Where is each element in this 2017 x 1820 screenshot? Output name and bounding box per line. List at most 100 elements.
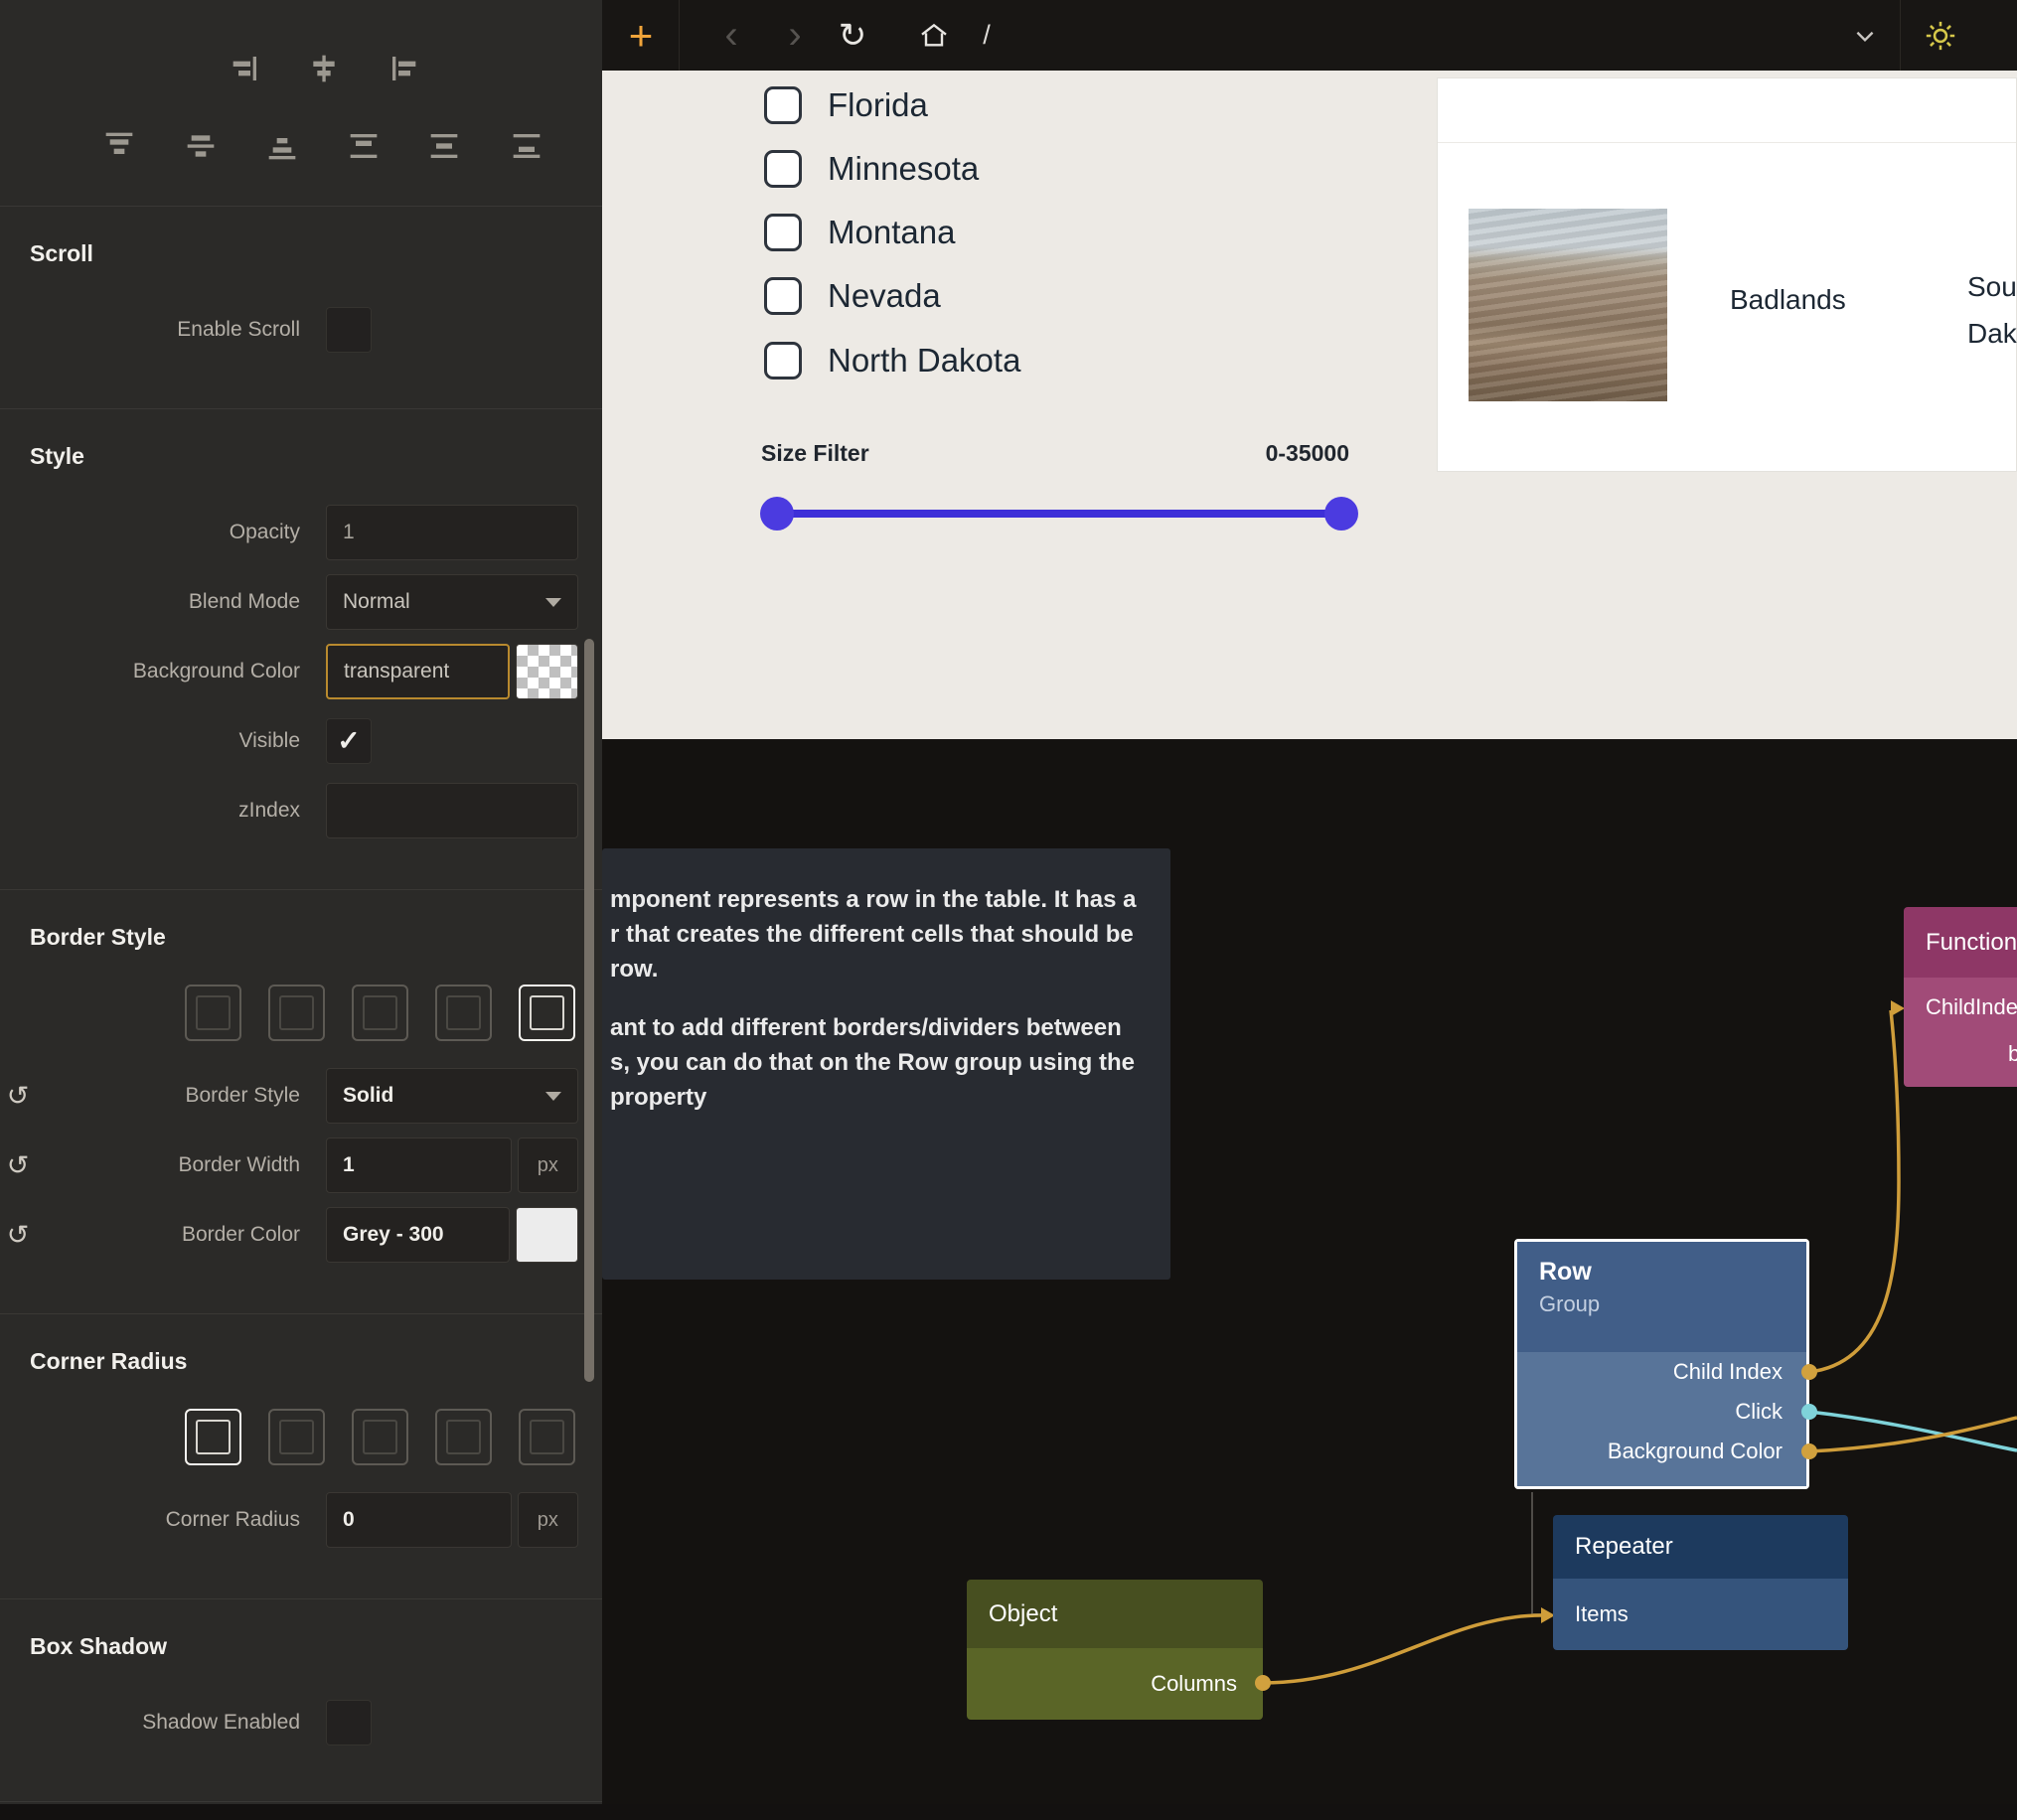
zindex-row: zIndex [24,782,578,839]
background-color-swatch[interactable] [516,644,578,699]
state-checkbox-row[interactable]: Nevada [764,264,941,328]
border-side-right-option[interactable] [352,985,408,1041]
border-style-label: Border Style [24,1084,326,1108]
port-child-index[interactable]: Child Index [1517,1352,1806,1392]
border-color-swatch[interactable] [516,1207,578,1263]
port-click[interactable]: Click [1517,1392,1806,1432]
opacity-input[interactable]: 1 [326,505,578,560]
zindex-label: zIndex [24,799,326,823]
node-object[interactable]: Object Columns [967,1580,1263,1720]
port-dot-click[interactable] [1801,1404,1817,1420]
blend-mode-row: Blend Mode Normal [24,573,578,631]
home-icon [918,20,950,52]
corner-bottom-left-option[interactable] [435,1409,492,1465]
slider-track[interactable] [777,510,1341,518]
corner-radius-label: Corner Radius [24,1508,326,1532]
port-background-color[interactable]: Background Color [1517,1432,1806,1471]
port-dot-background-color[interactable] [1801,1443,1817,1459]
node-row-group[interactable]: Row Group Child Index Click Background C… [1514,1239,1809,1489]
chevron-down-icon [1852,23,1878,49]
distribute-bottom-icon[interactable] [508,127,545,165]
corner-bottom-right-option[interactable] [519,1409,575,1465]
align-center-horizontal-icon[interactable] [305,50,343,87]
border-side-top-option[interactable] [268,985,325,1041]
corner-all-option[interactable] [185,1409,241,1465]
corner-radius-section-title: Corner Radius [30,1348,578,1375]
port-dot-child-index[interactable] [1801,1364,1817,1380]
properties-panel: Scroll Enable Scroll Style Opacity 1 Ble… [0,0,602,1804]
size-filter-slider[interactable] [777,497,1341,531]
node-subtitle: Group [1539,1291,1806,1317]
settings-button[interactable] [1914,0,1967,71]
node-editor[interactable]: mponent represents a row in the table. I… [602,739,2017,1804]
corner-radius-input[interactable]: 0 [326,1492,512,1548]
state-checkbox-row[interactable]: Florida [764,74,928,137]
url-path: / [972,0,1002,71]
align-left-icon[interactable] [388,50,425,87]
port-partial[interactable]: b [1904,1037,2017,1071]
checkbox-unchecked-icon[interactable] [764,150,802,188]
border-color-input[interactable]: Grey - 300 [326,1207,510,1263]
distribute-top-icon[interactable] [345,127,383,165]
background-color-input[interactable]: transparent [326,644,510,699]
state-checkbox-row[interactable]: Minnesota [764,137,979,201]
state-line: Dak [1967,310,2017,357]
back-button[interactable]: ‹ [709,0,753,71]
border-style-select[interactable]: Solid [326,1068,578,1124]
checkbox-unchecked-icon[interactable] [764,342,802,379]
border-side-all-option[interactable] [185,985,241,1041]
visible-row: Visible ✓ [24,712,578,770]
home-button[interactable] [912,0,956,71]
background-color-row: Background Color transparent [24,643,578,700]
box-shadow-section: Box Shadow Shadow Enabled [0,1598,602,1801]
checkbox-label: Florida [828,86,928,124]
alignment-toolbar [0,0,602,206]
reset-border-color-icon[interactable]: ↺ [2,1219,34,1251]
border-width-input[interactable]: 1 [326,1138,512,1193]
refresh-button[interactable]: ↻ [831,0,874,71]
checkbox-label: Minnesota [828,150,979,188]
slider-handle-min[interactable] [760,497,794,531]
checkbox-unchecked-icon[interactable] [764,277,802,315]
border-style-value: Solid [343,1084,393,1108]
visible-checkbox[interactable]: ✓ [326,718,372,764]
port-dot-columns[interactable] [1255,1675,1271,1691]
shadow-enabled-label: Shadow Enabled [24,1711,326,1735]
node-title: Repeater [1553,1515,1848,1579]
port-childindex[interactable]: ChildInde [1904,978,2017,1037]
checkbox-unchecked-icon[interactable] [764,86,802,124]
shadow-enabled-checkbox[interactable] [326,1700,372,1745]
scroll-section-title: Scroll [30,240,578,267]
border-width-row: ↺ Border Width 1 px [24,1137,578,1194]
add-button[interactable]: + [618,0,664,71]
enable-scroll-checkbox[interactable] [326,307,372,353]
checkbox-label: North Dakota [828,342,1020,379]
align-bottom-icon[interactable] [263,127,301,165]
align-top-icon[interactable] [100,127,138,165]
data-table-card: Badlands Sou Dak [1437,77,2017,472]
port-columns[interactable]: Columns [967,1648,1263,1720]
enable-scroll-label: Enable Scroll [24,318,326,342]
reset-border-width-icon[interactable]: ↺ [2,1149,34,1181]
blend-mode-label: Blend Mode [24,590,326,614]
reset-border-style-icon[interactable]: ↺ [2,1080,34,1112]
border-side-bottom-option[interactable] [435,985,492,1041]
state-checkbox-row[interactable]: Montana [764,201,955,264]
preview-menu-button[interactable] [1840,0,1890,71]
align-right-icon[interactable] [224,50,261,87]
checkbox-unchecked-icon[interactable] [764,214,802,251]
port-items[interactable]: Items [1553,1579,1848,1650]
distribute-vertical-center-icon[interactable] [425,127,463,165]
forward-button[interactable]: › [773,0,817,71]
node-repeater[interactable]: Repeater Items [1553,1515,1848,1650]
panel-scrollbar[interactable] [584,639,594,1382]
corner-top-left-option[interactable] [268,1409,325,1465]
align-center-vertical-icon[interactable] [182,127,220,165]
state-checkbox-row[interactable]: North Dakota [764,329,1020,392]
corner-top-right-option[interactable] [352,1409,408,1465]
node-function[interactable]: Function ChildInde b [1904,907,2017,1087]
blend-mode-select[interactable]: Normal [326,574,578,630]
slider-handle-max[interactable] [1324,497,1358,531]
zindex-input[interactable] [326,783,578,838]
border-side-left-option[interactable] [519,985,575,1041]
